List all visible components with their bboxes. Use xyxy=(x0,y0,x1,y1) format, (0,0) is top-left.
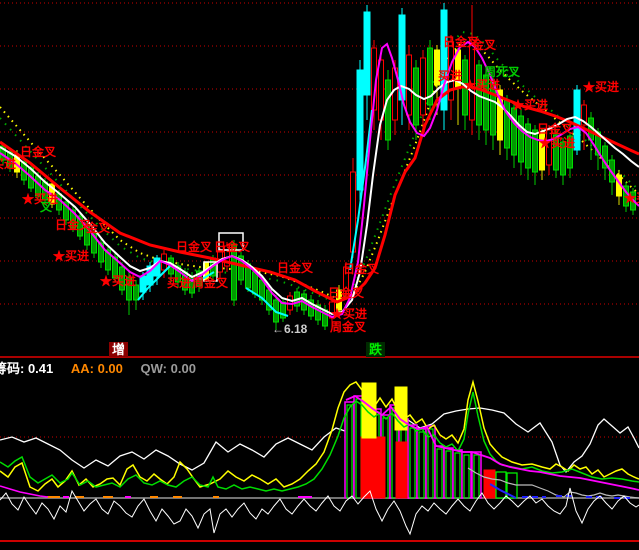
aa-value-label: AA: 0.00 xyxy=(71,361,123,376)
chip-value-label: 筹码: 0.41 xyxy=(0,361,53,376)
increase-label: 增 xyxy=(109,342,128,357)
chart-canvas[interactable] xyxy=(0,0,639,550)
trading-app-screen: 日金叉买进★买进叉日金叉金叉★买进★买进日金叉日金叉买进周金叉日金叉日金叉日金叉… xyxy=(0,0,639,550)
indicator-status-bar: 筹码: 0.41 AA: 0.00 QW: 0.00 xyxy=(0,359,639,378)
qw-value-label: QW: 0.00 xyxy=(141,361,196,376)
fall-label: 跌 xyxy=(366,342,385,357)
